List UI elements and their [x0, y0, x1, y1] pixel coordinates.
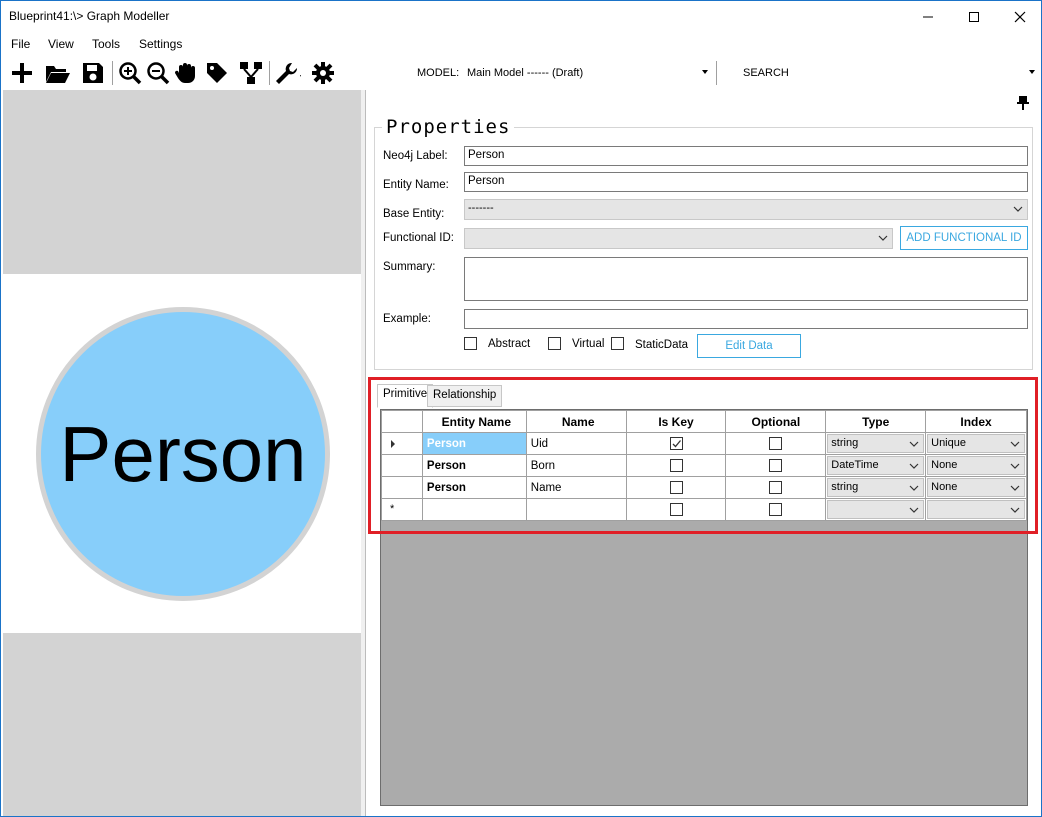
properties-title: Properties	[382, 116, 515, 138]
chevron-down-icon	[878, 235, 888, 241]
search-input[interactable]: SEARCH	[743, 67, 789, 79]
menu-settings[interactable]: Settings	[139, 37, 182, 51]
edit-data-button[interactable]: Edit Data	[697, 334, 801, 358]
zoom-in-button[interactable]	[117, 60, 143, 86]
pin-icon[interactable]	[1015, 95, 1031, 111]
maximize-button[interactable]	[951, 1, 997, 32]
neo4j-label-field[interactable]: Person	[464, 146, 1028, 166]
entity-name-field[interactable]: Person	[464, 172, 1028, 192]
save-button[interactable]	[80, 60, 106, 86]
add-icon	[12, 63, 32, 83]
abstract-checkbox[interactable]	[464, 337, 477, 350]
graph-canvas[interactable]: Person	[3, 90, 361, 816]
zoom-in-icon	[119, 62, 142, 85]
minimize-button[interactable]	[905, 1, 951, 32]
base-entity-select[interactable]: -------	[464, 199, 1028, 220]
settings-button[interactable]	[311, 60, 337, 86]
hierarchy-icon	[240, 62, 262, 84]
window-title: Blueprint41:\> Graph Modeller	[9, 9, 170, 23]
toolbar: MODEL: Main Model ------ (Draft) SEARCH	[1, 57, 1041, 89]
tag-button[interactable]	[204, 60, 230, 86]
tag-icon	[207, 63, 227, 83]
add-functional-id-button[interactable]: ADD FUNCTIONAL ID	[900, 226, 1028, 250]
virtual-label: Virtual	[572, 338, 605, 350]
abstract-label: Abstract	[488, 338, 531, 350]
virtual-checkbox[interactable]	[548, 337, 561, 350]
summary-label: Summary:	[383, 261, 436, 273]
close-button[interactable]	[997, 1, 1042, 32]
neo4j-label-label: Neo4j Label:	[383, 150, 448, 162]
zoom-out-button[interactable]	[145, 60, 171, 86]
minimize-icon	[923, 16, 933, 17]
functional-id-label: Functional ID:	[383, 232, 454, 244]
staticdata-label: StaticData	[635, 339, 689, 351]
chevron-down-icon	[1013, 206, 1023, 212]
hand-icon	[174, 63, 195, 83]
toolbar-separator	[716, 61, 717, 85]
dropdown-arrow-icon[interactable]	[1028, 69, 1036, 75]
add-button[interactable]	[9, 60, 35, 86]
open-button[interactable]	[45, 60, 71, 86]
toolbar-separator	[269, 61, 270, 85]
menu-bar: File View Tools Settings	[1, 33, 1041, 55]
title-bar: Blueprint41:\> Graph Modeller	[1, 1, 1041, 32]
functional-id-select[interactable]	[464, 228, 893, 249]
maximize-icon	[969, 11, 979, 22]
base-entity-value: -------	[468, 202, 494, 214]
open-folder-icon	[46, 66, 70, 83]
tools-button[interactable]	[275, 60, 301, 86]
menu-file[interactable]: File	[11, 37, 30, 51]
gear-icon	[312, 62, 334, 84]
pan-button[interactable]	[173, 60, 199, 86]
toolbar-separator	[112, 61, 113, 85]
zoom-out-icon	[147, 62, 170, 85]
dropdown-arrow-icon[interactable]	[701, 69, 709, 75]
entity-name-label: Entity Name:	[383, 179, 449, 191]
hierarchy-button[interactable]	[238, 60, 264, 86]
close-icon	[1014, 11, 1026, 22]
entity-node[interactable]: Person	[36, 307, 330, 601]
wrench-icon	[276, 62, 301, 84]
save-icon	[83, 63, 103, 83]
staticdata-checkbox[interactable]	[611, 337, 624, 350]
menu-tools[interactable]: Tools	[92, 37, 120, 51]
model-select[interactable]: Main Model ------ (Draft)	[467, 67, 583, 79]
base-entity-label: Base Entity:	[383, 208, 445, 220]
canvas-background	[3, 90, 361, 274]
example-label: Example:	[383, 313, 431, 325]
entity-node-label: Person	[59, 409, 307, 498]
example-field[interactable]	[464, 309, 1028, 329]
app-window: Blueprint41:\> Graph Modeller File View …	[0, 0, 1042, 817]
summary-field[interactable]	[464, 257, 1028, 301]
canvas-background	[3, 633, 361, 816]
menu-view[interactable]: View	[48, 37, 74, 51]
model-label: MODEL:	[417, 67, 460, 79]
highlight-frame	[368, 377, 1038, 534]
